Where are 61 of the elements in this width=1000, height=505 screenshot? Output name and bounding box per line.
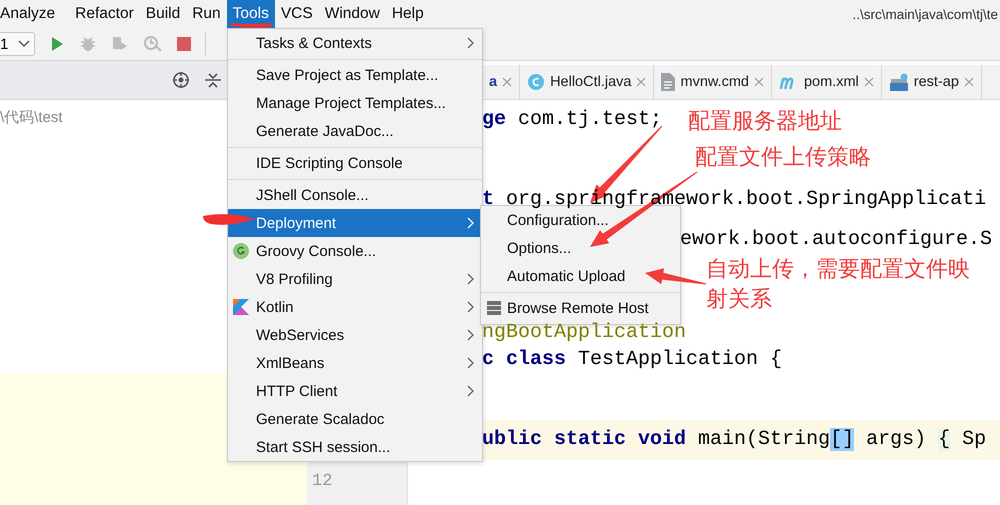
menu-item[interactable]: Tasks & Contexts (228, 29, 482, 57)
menu-item[interactable]: HTTP Client (228, 377, 482, 405)
annotation-note: 配置文件上传策略 (695, 144, 871, 172)
menu-item[interactable]: Options... (481, 234, 680, 262)
editor-tab[interactable]: rest-ap (882, 65, 982, 99)
menu-item[interactable]: Help (386, 0, 430, 28)
menu-item[interactable]: Browse Remote Host (481, 294, 680, 322)
menu-item[interactable]: Manage Project Templates... (228, 89, 482, 117)
close-icon[interactable] (502, 77, 512, 87)
menu-item[interactable]: V8 Profiling (228, 265, 482, 293)
caret-icon (18, 40, 30, 48)
close-icon[interactable] (864, 77, 874, 87)
menu-item[interactable]: XmlBeans (228, 349, 482, 377)
menu-item[interactable]: Refactor (69, 0, 140, 28)
code-line: ngBootApplication (482, 322, 686, 344)
code-line: ework.boot.autoconfigure.S (680, 229, 992, 251)
menu-item[interactable]: Groovy Console... (228, 237, 482, 265)
editor-tab[interactable]: mvnw.cmd (654, 65, 772, 99)
close-icon[interactable] (754, 77, 764, 87)
menu-item[interactable]: Automatic Upload (481, 262, 680, 290)
locate-icon[interactable] (172, 71, 190, 89)
close-icon[interactable] (636, 77, 646, 87)
server-icon (486, 300, 502, 316)
menu-item[interactable]: Analyze (0, 0, 62, 28)
class-icon (527, 73, 546, 91)
underline-mark (231, 23, 271, 28)
editor-tab[interactable]: pom.xml (772, 65, 882, 99)
annotation-note: 配置服务器地址 (688, 108, 842, 136)
menu-item[interactable]: VCS (274, 0, 319, 28)
collapse-icon[interactable] (204, 71, 222, 89)
scribble-mark (203, 214, 255, 225)
code-line: ge com.tj.test; (482, 109, 662, 131)
menu-item[interactable]: Save Project as Template... (228, 61, 482, 89)
file-icon (661, 73, 676, 91)
run-config-dropdown[interactable]: 1 (0, 32, 35, 56)
menu-item[interactable]: Start SSH session... (228, 433, 482, 461)
menu-item[interactable]: Generate JavaDoc... (228, 117, 482, 145)
kotlin-icon (233, 299, 249, 315)
editor-tab[interactable]: HelloCtl.java (520, 65, 654, 99)
arrow (645, 268, 706, 284)
menu-item[interactable]: Deployment (228, 209, 482, 237)
menu-item[interactable]: Kotlin (228, 293, 482, 321)
coverage-icon[interactable] (111, 35, 129, 53)
menu-item[interactable]: Run (186, 0, 227, 28)
annotation-note: 自动上传，需要配置文件映射关系 (706, 256, 971, 314)
line-number: 12 (311, 472, 334, 491)
menu-item[interactable]: Build (140, 0, 186, 28)
close-icon[interactable] (964, 77, 974, 87)
run-icon[interactable] (49, 36, 65, 52)
file-path: ..\src\main\java\com\tj\te (852, 6, 998, 24)
profiler-icon[interactable] (143, 35, 163, 53)
menu-item[interactable]: WebServices (228, 321, 482, 349)
code-line: ublic static void main(String[] args) { Sp (482, 429, 986, 451)
menu-item[interactable]: JShell Console... (228, 181, 482, 209)
menu-item[interactable]: Generate Scaladoc (228, 405, 482, 433)
groovy-icon (233, 243, 249, 259)
bug-icon[interactable] (79, 35, 97, 53)
menu-item[interactable]: IDE Scripting Console (228, 149, 482, 177)
api-icon (888, 73, 909, 91)
menu-item[interactable]: Window (318, 0, 386, 28)
code-line: c class TestApplication { (482, 349, 782, 371)
